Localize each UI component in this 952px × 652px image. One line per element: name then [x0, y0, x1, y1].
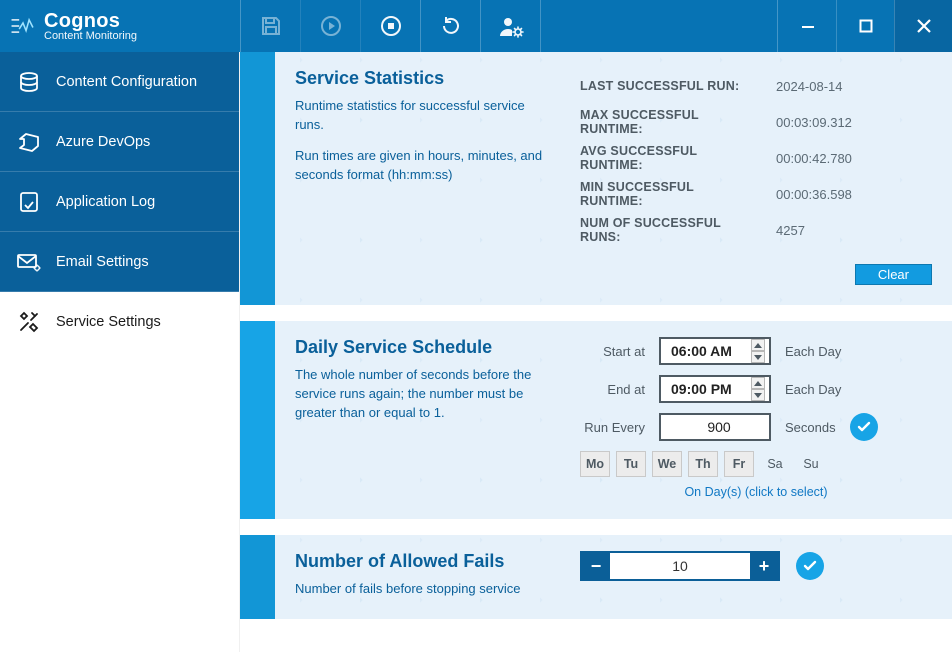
days-hint: On Day(s) (click to select) [580, 485, 932, 499]
stat-row: LAST SUCCESSFUL RUN: 2024-08-14 [580, 68, 932, 104]
stat-value: 2024-08-14 [772, 77, 847, 96]
stat-label: AVG SUCCESSFUL RUNTIME: [580, 144, 760, 172]
restart-button[interactable] [421, 0, 481, 52]
panel-allowed-fails: Number of Allowed Fails Number of fails … [275, 535, 952, 619]
devops-icon [16, 130, 42, 154]
run-every-input[interactable]: 900 [659, 413, 771, 441]
brand-block: Cognos Content Monitoring [0, 0, 240, 52]
brand-icon [10, 12, 36, 40]
spinner-down-icon[interactable] [751, 389, 765, 401]
clear-button[interactable]: Clear [855, 264, 932, 285]
fails-heading: Number of Allowed Fails [295, 551, 550, 572]
sidebar-item-service-settings[interactable]: Service Settings [0, 292, 239, 352]
start-time-value: 06:00 AM [671, 343, 732, 359]
stop-button[interactable] [361, 0, 421, 52]
stat-label: NUM OF SUCCESSFUL RUNS: [580, 216, 760, 244]
main-area: Service Statistics Runtime statistics fo… [240, 52, 952, 652]
decrement-button[interactable]: − [582, 553, 610, 579]
panel-service-statistics: Service Statistics Runtime statistics fo… [275, 52, 952, 305]
close-button[interactable] [894, 0, 952, 52]
statistics-heading: Service Statistics [295, 68, 550, 89]
database-icon [16, 70, 42, 94]
schedule-heading: Daily Service Schedule [295, 337, 550, 358]
sidebar-item-azure-devops[interactable]: Azure DevOps [0, 112, 239, 172]
day-toggle-mo[interactable]: Mo [580, 451, 610, 477]
user-settings-button[interactable] [481, 0, 541, 52]
start-at-label: Start at [580, 344, 645, 359]
email-icon [16, 250, 42, 274]
run-every-value: 900 [707, 419, 730, 435]
panel-daily-schedule: Daily Service Schedule The whole number … [275, 321, 952, 519]
each-day-label: Each Day [785, 382, 841, 397]
day-toggle-fr[interactable]: Fr [724, 451, 754, 477]
day-selector: Mo Tu We Th Fr Sa Su [580, 451, 932, 477]
schedule-desc: The whole number of seconds before the s… [295, 366, 550, 423]
log-icon [16, 190, 42, 214]
statistics-desc-1: Runtime statistics for successful servic… [295, 97, 550, 135]
sidebar-item-label: Service Settings [56, 314, 161, 330]
toolbar [240, 0, 541, 52]
confirm-button[interactable] [850, 413, 878, 441]
day-toggle-we[interactable]: We [652, 451, 682, 477]
start-time-input[interactable]: 06:00 AM [659, 337, 771, 365]
run-every-label: Run Every [580, 420, 645, 435]
tools-icon [16, 310, 42, 334]
sidebar-item-label: Email Settings [56, 254, 149, 270]
day-toggle-su[interactable]: Su [796, 451, 826, 477]
stat-row: NUM OF SUCCESSFUL RUNS: 4257 [580, 212, 932, 248]
brand-subtitle: Content Monitoring [44, 31, 137, 42]
spinner-up-icon[interactable] [751, 339, 765, 351]
confirm-button[interactable] [796, 552, 824, 580]
stat-value: 00:00:36.598 [772, 185, 856, 204]
stat-label: MAX SUCCESSFUL RUNTIME: [580, 108, 760, 136]
sidebar-item-label: Azure DevOps [56, 134, 150, 150]
end-time-value: 09:00 PM [671, 381, 732, 397]
increment-button[interactable]: + [750, 553, 778, 579]
sidebar-item-email-settings[interactable]: Email Settings [0, 232, 239, 292]
minimize-button[interactable] [778, 0, 836, 52]
end-time-input[interactable]: 09:00 PM [659, 375, 771, 403]
stat-value: 00:00:42.780 [772, 149, 856, 168]
start-button[interactable] [301, 0, 361, 52]
stat-value: 4257 [772, 221, 809, 240]
allowed-fails-value[interactable]: 10 [610, 553, 750, 579]
end-at-label: End at [580, 382, 645, 397]
spinner-up-icon[interactable] [751, 377, 765, 389]
sidebar: Content Configuration Azure DevOps Appli… [0, 52, 240, 652]
stat-value: 00:03:09.312 [772, 113, 856, 132]
stat-label: MIN SUCCESSFUL RUNTIME: [580, 180, 760, 208]
day-toggle-th[interactable]: Th [688, 451, 718, 477]
sidebar-item-application-log[interactable]: Application Log [0, 172, 239, 232]
stat-row: AVG SUCCESSFUL RUNTIME: 00:00:42.780 [580, 140, 932, 176]
stat-label: LAST SUCCESSFUL RUN: [580, 79, 760, 93]
day-toggle-sa[interactable]: Sa [760, 451, 790, 477]
stat-row: MIN SUCCESSFUL RUNTIME: 00:00:36.598 [580, 176, 932, 212]
day-toggle-tu[interactable]: Tu [616, 451, 646, 477]
fails-desc: Number of fails before stopping service [295, 580, 550, 599]
titlebar-spacer [541, 0, 778, 52]
each-day-label: Each Day [785, 344, 841, 359]
maximize-button[interactable] [836, 0, 894, 52]
statistics-desc-2: Run times are given in hours, minutes, a… [295, 147, 550, 185]
save-button[interactable] [241, 0, 301, 52]
brand-title: Cognos [44, 11, 137, 31]
stat-row: MAX SUCCESSFUL RUNTIME: 00:03:09.312 [580, 104, 932, 140]
sidebar-item-label: Application Log [56, 194, 155, 210]
sidebar-item-content-configuration[interactable]: Content Configuration [0, 52, 239, 112]
spinner-down-icon[interactable] [751, 351, 765, 363]
sidebar-item-label: Content Configuration [56, 74, 197, 90]
title-bar: Cognos Content Monitoring [0, 0, 952, 52]
seconds-label: Seconds [785, 420, 836, 435]
allowed-fails-stepper: − 10 + [580, 551, 780, 581]
